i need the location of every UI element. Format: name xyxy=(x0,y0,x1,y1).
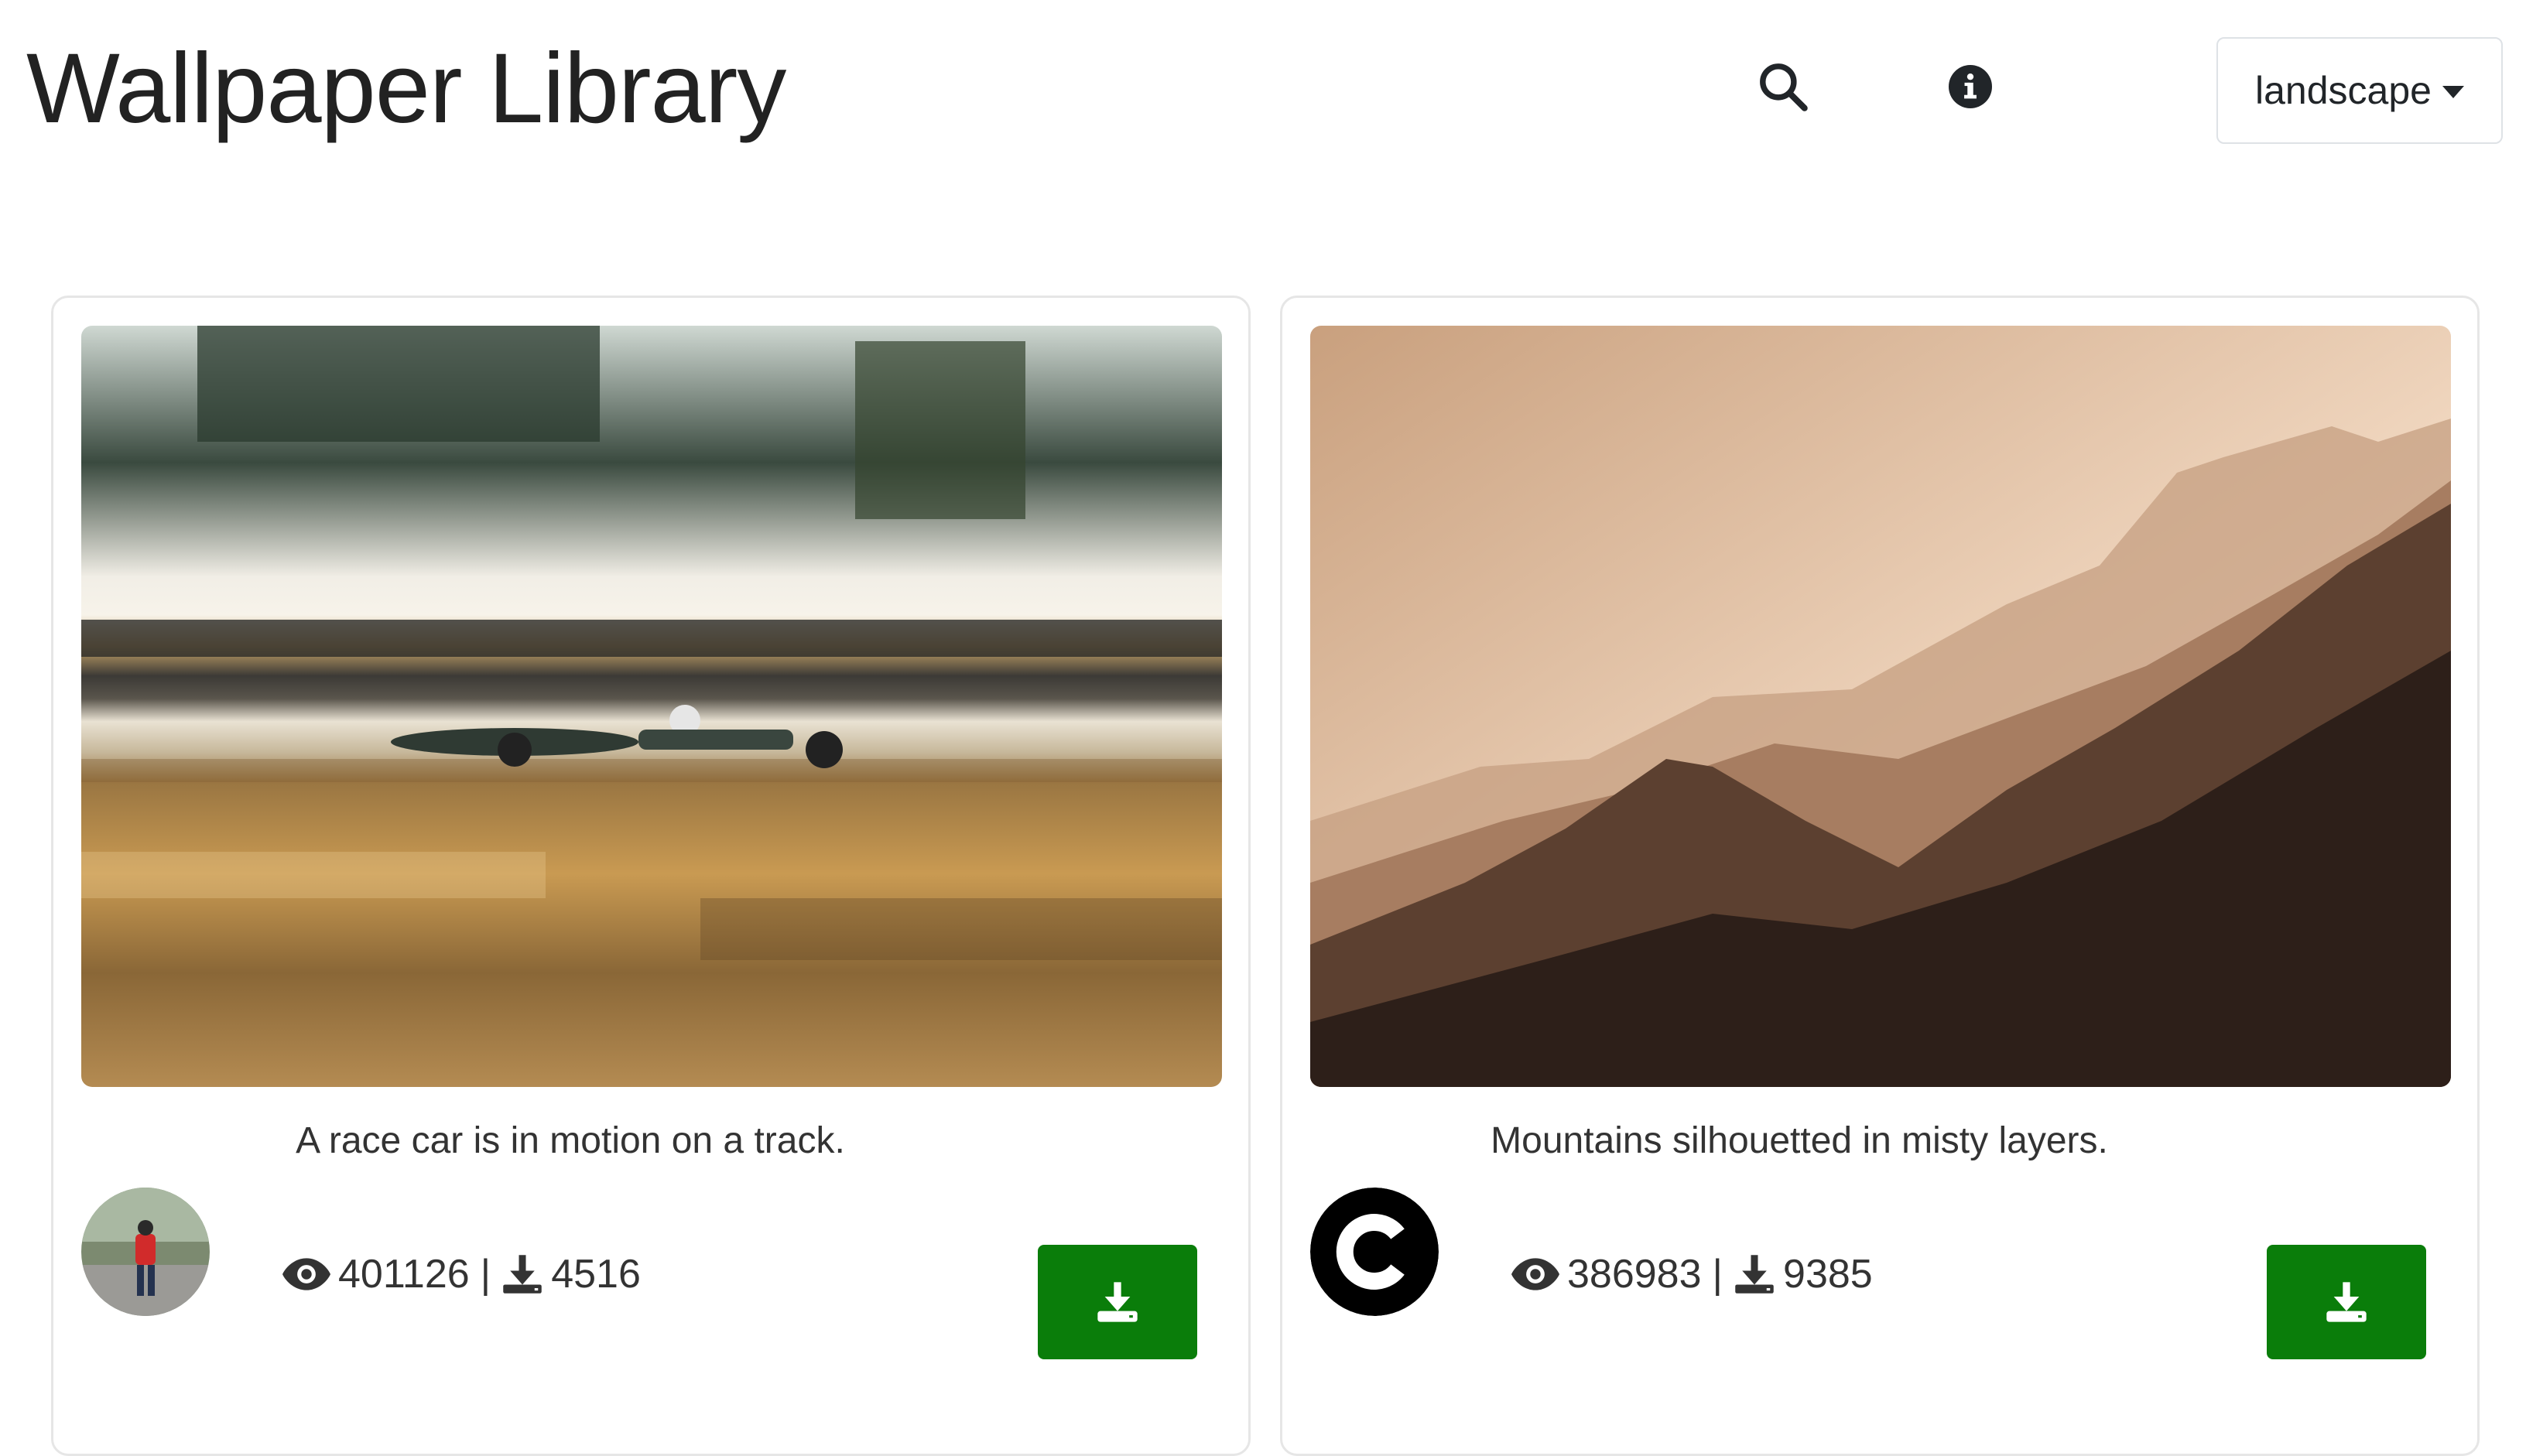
info-button[interactable] xyxy=(1939,56,2001,118)
wallpaper-caption: A race car is in motion on a track. xyxy=(296,1120,845,1161)
download-count-icon xyxy=(503,1255,542,1294)
wallpaper-caption: Mountains silhouetted in misty layers. xyxy=(1491,1120,2108,1161)
search-icon xyxy=(1760,63,1808,111)
download-count-icon xyxy=(1735,1255,1774,1294)
download-button[interactable] xyxy=(1038,1245,1197,1359)
orientation-select[interactable]: landscape xyxy=(2216,37,2503,144)
wallpaper-image[interactable] xyxy=(1310,326,2451,1087)
wallpaper-image[interactable] xyxy=(81,326,1222,1087)
view-count: 386983 xyxy=(1567,1252,1702,1297)
view-count: 401126 xyxy=(338,1252,470,1297)
wallpaper-stats: 386983 | 9385 xyxy=(1511,1251,1873,1297)
stats-separator: | xyxy=(1712,1252,1723,1297)
download-count: 4516 xyxy=(551,1252,641,1297)
search-button[interactable] xyxy=(1752,56,1814,118)
stats-separator: | xyxy=(480,1252,491,1297)
page: Wallpaper Library landscape A race car i… xyxy=(0,0,2526,1456)
page-title: Wallpaper Library xyxy=(26,33,786,144)
info-icon xyxy=(1949,65,1992,108)
author-avatar[interactable] xyxy=(81,1188,210,1316)
wallpaper-card: A race car is in motion on a track. 4011… xyxy=(51,296,1251,1456)
caret-down-icon xyxy=(2442,86,2464,98)
download-icon xyxy=(2326,1282,2367,1322)
download-button[interactable] xyxy=(2267,1245,2426,1359)
wallpaper-stats: 401126 | 4516 xyxy=(282,1251,641,1297)
eye-icon xyxy=(1511,1258,1559,1290)
eye-icon xyxy=(282,1258,330,1290)
wallpaper-card: Mountains silhouetted in misty layers. 3… xyxy=(1280,296,2480,1456)
download-icon xyxy=(1097,1282,1138,1322)
author-avatar[interactable] xyxy=(1310,1188,1439,1316)
download-count: 9385 xyxy=(1783,1252,1873,1297)
orientation-select-value: landscape xyxy=(2255,69,2432,112)
